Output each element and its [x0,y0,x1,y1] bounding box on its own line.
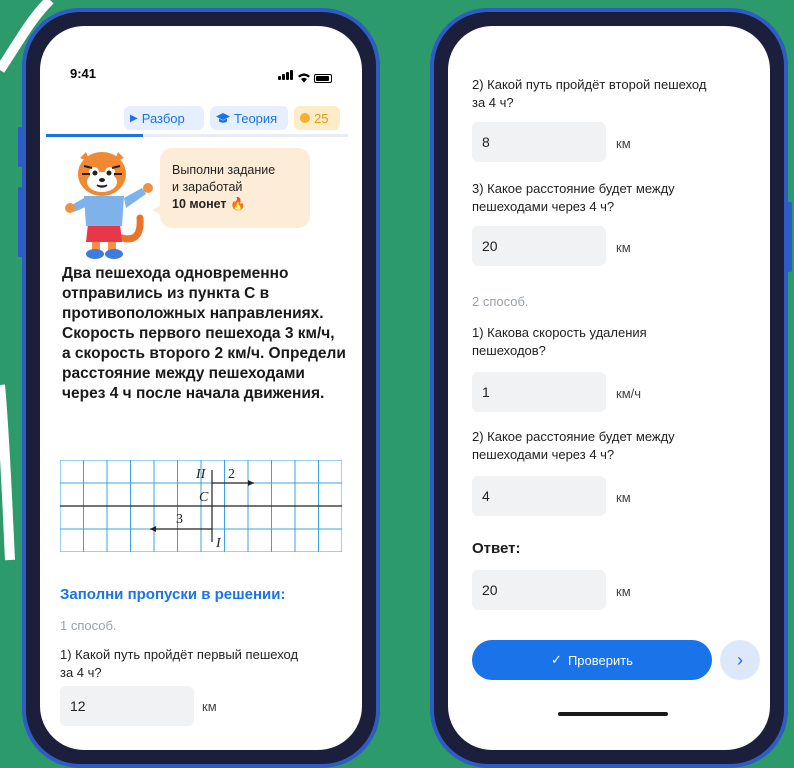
top-bar: ▶ Разбор Теория 25 [48,106,348,130]
review-button[interactable]: ▶ Разбор [124,106,204,130]
method-2-label: 2 способ. [472,294,529,309]
unit-km: км [616,584,631,599]
answer-field-2[interactable]: 8 [472,122,606,162]
speech-bubble: Выполни задание и заработай 10 монет 🔥 [152,148,310,228]
question-4: 1) Какова скорость удаления пешеходов? [472,325,647,358]
bubble-line-2: и заработай [172,180,243,194]
unit-km: км [616,490,631,505]
screen-left: 9:41 ▶ Разбор Теория 25 Выполни задание … [40,26,362,750]
check-button[interactable]: ✓ Проверить [472,640,712,680]
bubble-line-1: Выполни задание [172,163,276,177]
coins-count: 25 [314,110,329,126]
progress-bar [46,134,348,137]
label-c: C [199,490,209,505]
screen-right: 2) Какой путь пройдёт второй пешеход за … [448,26,770,750]
final-answer-field[interactable]: 20 [472,570,606,610]
side-button [18,187,23,257]
solution-heading: Заполни пропуски в решении: [60,586,286,603]
unit-km: км [616,136,631,151]
label-bottom: I [215,536,222,551]
chevron-right-icon: › [737,649,743,670]
question-2: 2) Какой путь пройдёт второй пешеход за … [472,77,707,110]
unit-kmh: км/ч [616,386,642,401]
unit-km: км [202,699,217,714]
check-label: Проверить [567,652,633,668]
progress-fill [46,134,143,137]
theory-button[interactable]: Теория [210,106,288,130]
status-bar: 9:41 [70,66,332,86]
motion-diagram: II 2 C 3 I [60,460,342,552]
coins-badge: 25 [294,106,340,130]
speed-top: 2 [228,467,235,482]
next-button[interactable]: › [720,640,760,680]
phone-right: 2) Какой путь пройдёт второй пешеход за … [430,8,792,768]
home-indicator [558,712,668,716]
signal-icon [278,68,294,83]
graduation-cap-icon [216,113,230,123]
checkmark-icon: ✓ [551,652,562,667]
review-label: Разбор [141,110,185,126]
coin-icon [300,113,310,123]
answer-field-3[interactable]: 20 [472,226,606,266]
answer-field-4[interactable]: 1 [472,372,606,412]
battery-icon [314,74,332,83]
question-1: 1) Какой путь пройдёт первый пешеход за … [60,647,299,680]
unit-km: км [616,240,631,255]
status-time: 9:41 [70,66,97,81]
play-icon: ▶ [130,112,138,124]
method-1-label: 1 способ. [60,618,117,633]
bubble-reward: 10 монет [172,197,227,211]
question-5: 2) Какое расстояние будет между пешехода… [472,429,675,462]
answer-heading: Ответ: [472,540,521,557]
question-3: 3) Какое расстояние будет между пешехода… [472,181,675,214]
status-icons [278,68,332,83]
label-top: II [195,467,207,482]
side-button [787,202,792,272]
fire-icon: 🔥 [230,197,246,211]
problem-text: Два пешехода одновременно отправились из… [62,265,346,402]
theory-label: Теория [234,110,278,126]
answer-field-1[interactable]: 12 [60,686,194,726]
wifi-icon [298,73,310,83]
speed-bottom: 3 [176,512,183,527]
side-button [18,127,23,167]
answer-field-5[interactable]: 4 [472,476,606,516]
tiger-mascot-illustration [65,152,153,259]
phone-left: 9:41 ▶ Разбор Теория 25 Выполни задание … [18,8,380,768]
